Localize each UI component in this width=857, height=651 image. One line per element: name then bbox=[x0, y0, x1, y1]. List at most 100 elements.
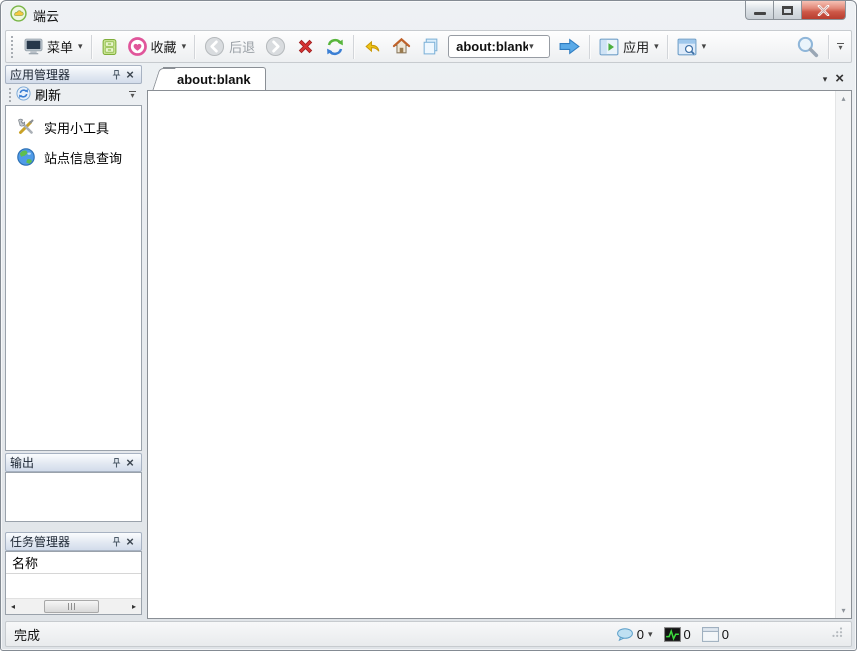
task-table: 名称 ◂ ▸ bbox=[5, 551, 142, 615]
tab-list-dropdown-icon[interactable]: ▾ bbox=[823, 74, 828, 85]
tab-about-blank[interactable]: about:blank bbox=[163, 67, 266, 90]
home-button[interactable] bbox=[387, 34, 416, 59]
globe-icon bbox=[16, 147, 36, 167]
tab-close-icon[interactable]: × bbox=[835, 73, 844, 85]
app-logo-icon bbox=[10, 5, 27, 27]
back-button[interactable]: 后退 bbox=[199, 33, 260, 60]
output-textarea[interactable] bbox=[5, 472, 142, 522]
chat-counter[interactable]: 0 ▾ bbox=[616, 627, 653, 642]
forward-button[interactable] bbox=[260, 33, 291, 60]
chevron-down-icon: ▾ bbox=[182, 41, 187, 52]
panel-overflow-button[interactable]: ▾ bbox=[125, 89, 140, 101]
maximize-icon bbox=[782, 6, 793, 15]
apps-button[interactable]: 应用 ▾ bbox=[594, 34, 664, 59]
apps-panel-icon bbox=[599, 38, 619, 56]
refresh-small-icon[interactable] bbox=[16, 86, 31, 104]
favorites-button[interactable]: 收藏 ▾ bbox=[123, 34, 192, 59]
sidebar-item-label: 实用小工具 bbox=[44, 118, 109, 137]
task-manager-header: 任务管理器 × bbox=[5, 532, 142, 551]
go-button[interactable] bbox=[553, 34, 586, 59]
apps-label: 应用 bbox=[623, 37, 649, 56]
minimize-button[interactable] bbox=[745, 1, 774, 20]
scrollbar-track[interactable] bbox=[20, 599, 127, 614]
output-header: 输出 × bbox=[5, 453, 142, 472]
chat-count: 0 bbox=[637, 627, 644, 642]
pages-icon bbox=[421, 37, 440, 56]
scroll-up-icon[interactable]: ▴ bbox=[841, 94, 845, 103]
app-window: 端云 菜单 ▾ 收藏 ▾ 后退 bbox=[0, 0, 857, 651]
window-count: 0 bbox=[722, 627, 729, 642]
window-search-button[interactable]: ▾ bbox=[672, 35, 712, 59]
main-area: about:blank ▾ × ▴ ▾ bbox=[147, 65, 852, 619]
tab-bar: about:blank ▾ × bbox=[147, 65, 852, 90]
pin-icon[interactable] bbox=[109, 535, 123, 549]
toolbar-grip[interactable] bbox=[11, 36, 15, 58]
menu-label: 菜单 bbox=[47, 37, 73, 56]
toolbar-overflow-button[interactable]: ▾ bbox=[833, 41, 848, 53]
window-controls bbox=[746, 1, 846, 20]
address-input[interactable] bbox=[456, 39, 528, 54]
monitor-icon bbox=[24, 38, 43, 55]
close-icon[interactable]: × bbox=[123, 68, 137, 82]
back-label: 后退 bbox=[229, 37, 255, 56]
refresh-label[interactable]: 刷新 bbox=[35, 85, 61, 104]
blank-page[interactable] bbox=[148, 91, 835, 618]
vertical-scrollbar[interactable]: ▴ ▾ bbox=[835, 91, 851, 618]
horizontal-scrollbar[interactable]: ◂ ▸ bbox=[6, 598, 141, 614]
toolbar-grip[interactable] bbox=[9, 88, 13, 102]
minimize-icon bbox=[754, 12, 766, 15]
scroll-right-icon[interactable]: ▸ bbox=[127, 602, 141, 611]
tab-label: about:blank bbox=[177, 72, 251, 87]
scrollbar-thumb[interactable] bbox=[44, 600, 100, 613]
pages-button[interactable] bbox=[416, 34, 445, 59]
stop-button[interactable] bbox=[291, 34, 320, 59]
nav-back-circle-icon bbox=[204, 36, 225, 57]
resize-grip-icon[interactable] bbox=[831, 626, 843, 641]
main-toolbar: 菜单 ▾ 收藏 ▾ 后退 bbox=[5, 30, 852, 63]
statusbar-counters: 0 ▾ 0 0 bbox=[608, 626, 843, 643]
app-manager-header: 应用管理器 × bbox=[5, 65, 142, 84]
close-icon[interactable]: × bbox=[123, 535, 137, 549]
go-arrow-icon bbox=[558, 37, 581, 56]
maximize-button[interactable] bbox=[773, 1, 802, 20]
scroll-left-icon[interactable]: ◂ bbox=[6, 602, 20, 611]
window-counter[interactable]: 0 bbox=[702, 627, 729, 642]
tools-icon bbox=[16, 117, 36, 137]
app-manager-panel: 应用管理器 × 刷新 ▾ bbox=[5, 65, 142, 451]
pin-icon[interactable] bbox=[109, 68, 123, 82]
sidebar-item-label: 站点信息查询 bbox=[44, 148, 122, 167]
scroll-down-icon[interactable]: ▾ bbox=[841, 606, 845, 615]
chevron-down-icon[interactable]: ▾ bbox=[648, 629, 653, 640]
undo-button[interactable] bbox=[358, 34, 387, 59]
cabinet-button[interactable] bbox=[96, 35, 123, 59]
heart-icon bbox=[128, 37, 147, 56]
close-button[interactable] bbox=[801, 1, 846, 20]
toolbar-separator bbox=[353, 35, 355, 59]
refresh-icon bbox=[325, 37, 345, 57]
close-icon[interactable]: × bbox=[123, 456, 137, 470]
menu-button[interactable]: 菜单 ▾ bbox=[19, 34, 88, 59]
task-column-header-name[interactable]: 名称 bbox=[6, 552, 141, 574]
activity-counter[interactable]: 0 bbox=[664, 627, 691, 642]
toolbar-separator bbox=[667, 35, 669, 59]
window-search-icon bbox=[677, 38, 697, 56]
favorites-label: 收藏 bbox=[151, 37, 177, 56]
close-icon bbox=[817, 5, 830, 16]
app-list: 实用小工具 站点信息查询 bbox=[5, 105, 142, 451]
pin-icon[interactable] bbox=[109, 456, 123, 470]
chevron-down-icon[interactable]: ▾ bbox=[529, 41, 534, 52]
statusbar: 完成 0 ▾ 0 0 bbox=[5, 621, 852, 647]
window-body: 应用管理器 × 刷新 ▾ bbox=[5, 65, 852, 619]
activity-graph-icon bbox=[664, 627, 681, 642]
task-manager-title: 任务管理器 bbox=[10, 533, 70, 550]
search-button[interactable] bbox=[790, 31, 825, 62]
task-manager-panel: 任务管理器 × 名称 ◂ ▸ bbox=[5, 532, 142, 615]
sidebar-item-site-info[interactable]: 站点信息查询 bbox=[6, 142, 141, 172]
browser-content: ▴ ▾ bbox=[147, 90, 852, 619]
activity-count: 0 bbox=[684, 627, 691, 642]
chevron-down-icon: ▾ bbox=[78, 41, 83, 52]
refresh-button[interactable] bbox=[320, 34, 350, 60]
sidebar-item-utilities[interactable]: 实用小工具 bbox=[6, 112, 141, 142]
address-combobox[interactable]: ▾ bbox=[448, 35, 550, 58]
chevron-down-icon: ▾ bbox=[130, 93, 134, 99]
